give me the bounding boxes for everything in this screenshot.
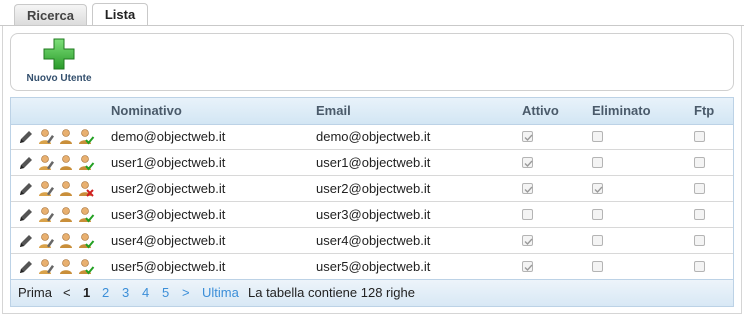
pager-prev[interactable]: < [63,280,71,306]
user-icon[interactable] [57,180,75,198]
checkbox-ftp[interactable] [694,157,705,168]
pencil-icon[interactable] [17,232,35,250]
tab-lista[interactable]: Lista [92,3,148,26]
checkbox-eliminato[interactable] [592,157,603,168]
header-email[interactable]: Email [316,98,351,124]
table-row: user3@objectweb.it user3@objectweb.it [11,202,733,228]
cell-nominativo: user2@objectweb.it [111,181,226,196]
checkbox-eliminato[interactable] [592,131,603,142]
pager-page-2[interactable]: 2 [102,280,109,306]
cell-nominativo: demo@objectweb.it [111,129,226,144]
cell-nominativo: user3@objectweb.it [111,207,226,222]
pencil-icon[interactable] [17,128,35,146]
pager: Prima < 1 2 3 4 5 > Ultima La tabella co… [11,279,733,306]
new-user-button[interactable]: Nuovo Utente [17,37,101,87]
table-row: user4@objectweb.it user4@objectweb.it [11,228,733,254]
cell-email: user4@objectweb.it [316,233,431,248]
checkbox-ftp[interactable] [694,131,705,142]
user-icon[interactable] [57,232,75,250]
row-actions [17,232,97,250]
cell-nominativo: user5@objectweb.it [111,259,226,274]
row-actions [17,180,97,198]
pencil-icon[interactable] [17,180,35,198]
cell-email: user5@objectweb.it [316,259,431,274]
user-edit-icon[interactable] [37,128,55,146]
user-check-icon[interactable] [77,232,95,250]
pager-next[interactable]: > [182,280,190,306]
user-icon[interactable] [57,206,75,224]
user-edit-icon[interactable] [37,258,55,276]
pager-page-4[interactable]: 4 [142,280,149,306]
new-user-label: Nuovo Utente [26,73,92,84]
plus-icon [43,38,75,70]
checkbox-attivo[interactable] [522,235,533,246]
table-row: user2@objectweb.it user2@objectweb.it [11,176,733,202]
pager-page-1[interactable]: 1 [83,280,90,306]
user-edit-icon[interactable] [37,154,55,172]
pencil-icon[interactable] [17,154,35,172]
pager-page-5[interactable]: 5 [162,280,169,306]
row-actions [17,206,97,224]
cell-nominativo: user4@objectweb.it [111,233,226,248]
header-nominativo[interactable]: Nominativo [111,98,182,124]
table-row: demo@objectweb.it demo@objectweb.it [11,124,733,150]
toolbar: Nuovo Utente [10,33,734,91]
pager-first[interactable]: Prima [18,280,52,306]
checkbox-attivo[interactable] [522,183,533,194]
tab-bar: Ricerca Lista [0,0,744,26]
checkbox-eliminato[interactable] [592,209,603,220]
user-check-icon[interactable] [77,128,95,146]
checkbox-ftp[interactable] [694,183,705,194]
row-actions [17,128,97,146]
table-header: Nominativo Email Attivo Eliminato Ftp [11,98,733,125]
cell-email: demo@objectweb.it [316,129,431,144]
checkbox-eliminato[interactable] [592,235,603,246]
pager-last[interactable]: Ultima [202,280,239,306]
checkbox-attivo[interactable] [522,209,533,220]
user-icon[interactable] [57,128,75,146]
user-icon[interactable] [57,258,75,276]
checkbox-attivo[interactable] [522,157,533,168]
pencil-icon[interactable] [17,258,35,276]
user-edit-icon[interactable] [37,180,55,198]
user-check-icon[interactable] [77,154,95,172]
user-delete-icon[interactable] [77,180,95,198]
user-edit-icon[interactable] [37,232,55,250]
checkbox-eliminato[interactable] [592,183,603,194]
checkbox-ftp[interactable] [694,235,705,246]
cell-email: user3@objectweb.it [316,207,431,222]
cell-email: user1@objectweb.it [316,155,431,170]
checkbox-attivo[interactable] [522,261,533,272]
pager-page-3[interactable]: 3 [122,280,129,306]
table-row: user1@objectweb.it user1@objectweb.it [11,150,733,176]
checkbox-ftp[interactable] [694,261,705,272]
user-check-icon[interactable] [77,258,95,276]
header-eliminato[interactable]: Eliminato [592,98,651,124]
table-row: user5@objectweb.it user5@objectweb.it [11,254,733,280]
checkbox-ftp[interactable] [694,209,705,220]
pager-info: La tabella contiene 128 righe [248,285,415,300]
pencil-icon[interactable] [17,206,35,224]
row-actions [17,154,97,172]
cell-nominativo: user1@objectweb.it [111,155,226,170]
checkbox-attivo[interactable] [522,131,533,142]
cell-email: user2@objectweb.it [316,181,431,196]
tab-ricerca[interactable]: Ricerca [14,4,87,25]
user-check-icon[interactable] [77,206,95,224]
header-ftp[interactable]: Ftp [694,98,714,124]
header-attivo[interactable]: Attivo [522,98,559,124]
row-actions [17,258,97,276]
checkbox-eliminato[interactable] [592,261,603,272]
users-table: Nominativo Email Attivo Eliminato Ftp de… [10,97,734,307]
user-edit-icon[interactable] [37,206,55,224]
user-icon[interactable] [57,154,75,172]
